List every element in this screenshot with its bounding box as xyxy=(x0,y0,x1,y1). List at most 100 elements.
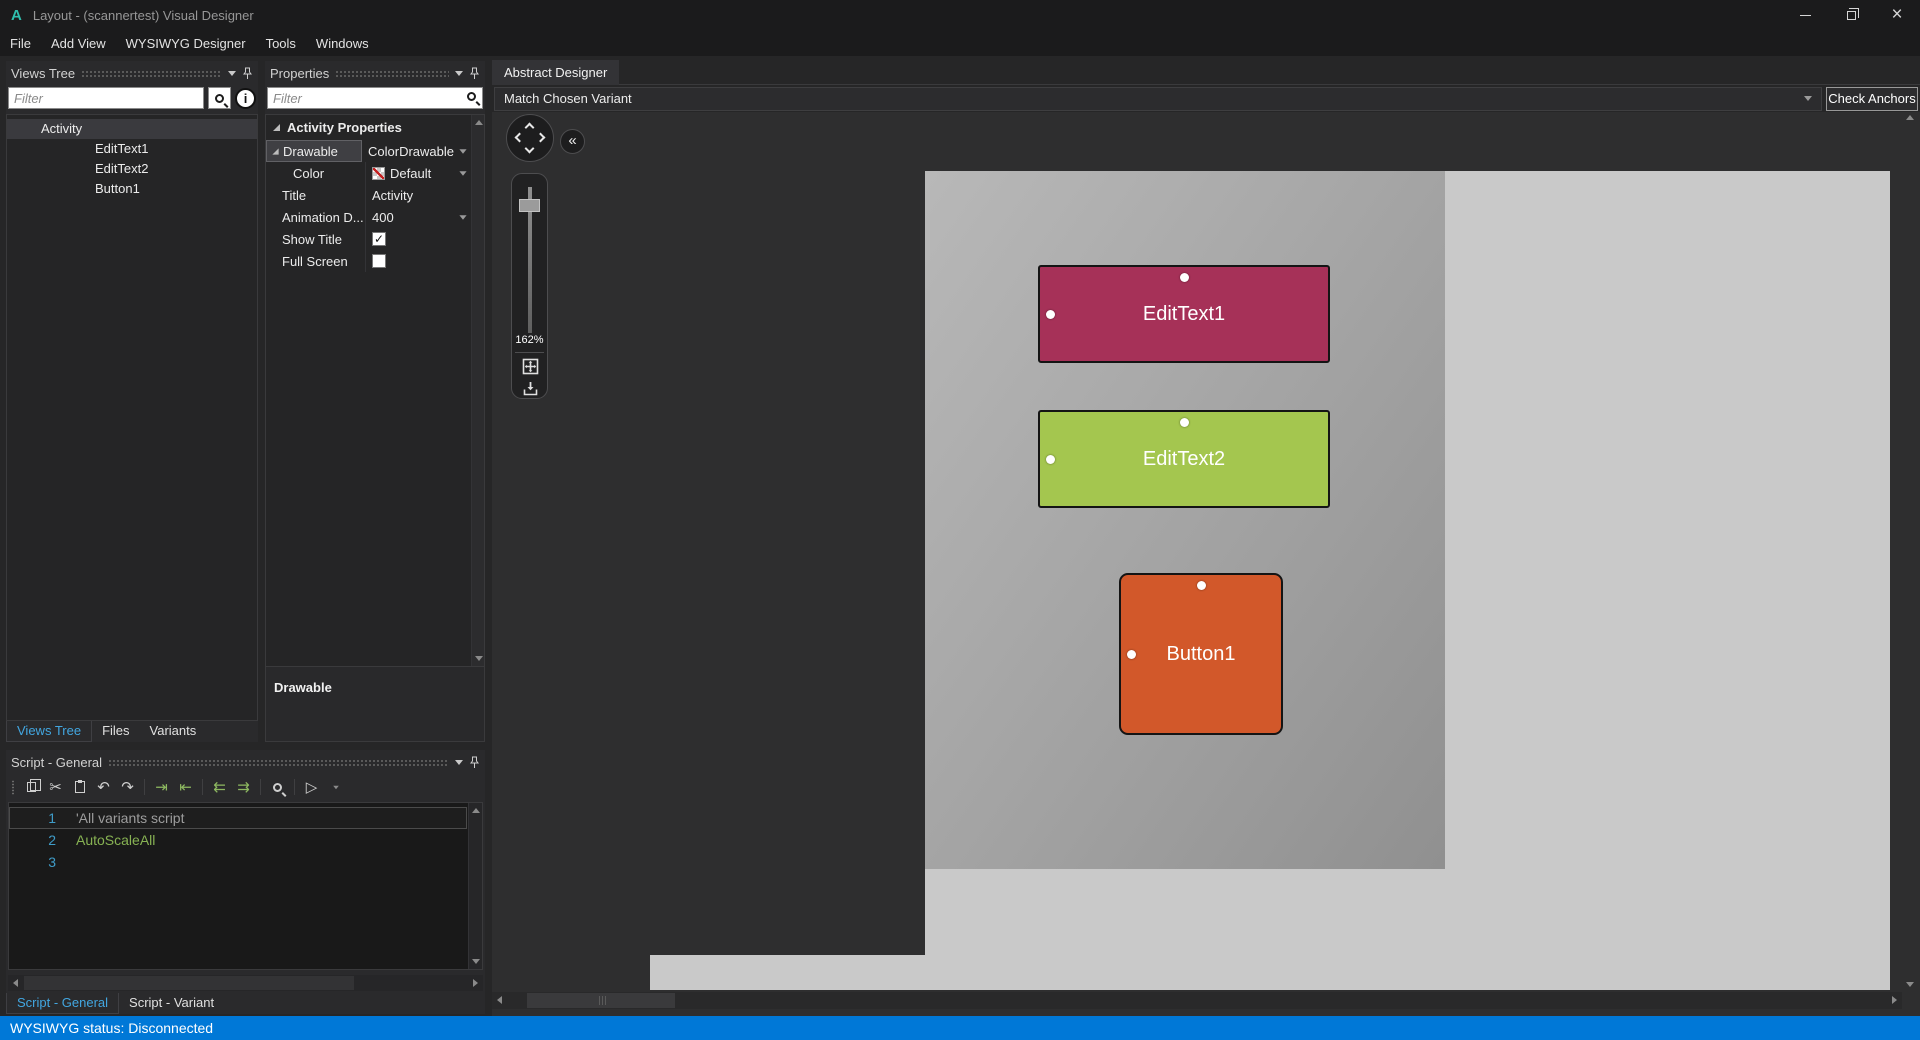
pan-right-icon[interactable] xyxy=(535,132,546,143)
scroll-right-icon[interactable] xyxy=(473,979,478,987)
indent-button[interactable]: ⇥ xyxy=(151,777,172,798)
canvas-vertical-scrollbar[interactable] xyxy=(1903,112,1918,990)
toolbar-overflow-button[interactable] xyxy=(325,777,346,798)
code-line[interactable]: 2 AutoScaleAll xyxy=(9,829,467,851)
canvas-horizontal-scrollbar[interactable] xyxy=(492,992,1902,1009)
collapse-tools-button[interactable]: « xyxy=(560,129,585,154)
tab-script-variant[interactable]: Script - Variant xyxy=(119,993,224,1014)
scrollbar-thumb[interactable] xyxy=(24,976,354,990)
property-label-show-title[interactable]: Show Title xyxy=(266,228,366,250)
variant-combo[interactable]: Match Chosen Variant xyxy=(494,86,1822,111)
close-button[interactable]: × xyxy=(1874,0,1920,30)
property-value-animation-duration[interactable]: 400 xyxy=(366,206,471,228)
zoom-slider-handle[interactable] xyxy=(519,199,540,212)
property-value-drawable[interactable]: ColorDrawable xyxy=(362,140,471,162)
check-anchors-button[interactable]: Check Anchors xyxy=(1826,86,1918,111)
views-filter-input[interactable] xyxy=(8,87,204,109)
panel-menu-icon[interactable] xyxy=(455,70,463,76)
pan-down-icon[interactable] xyxy=(524,143,535,154)
scroll-up-icon[interactable] xyxy=(1906,115,1914,120)
tab-abstract-designer[interactable]: Abstract Designer xyxy=(492,60,620,85)
tab-variants[interactable]: Variants xyxy=(140,721,207,742)
redo-button[interactable]: ↷ xyxy=(117,777,138,798)
expand-triangle-icon[interactable] xyxy=(272,147,279,155)
restore-button[interactable] xyxy=(1828,0,1874,30)
panel-menu-icon[interactable] xyxy=(228,70,236,76)
scroll-left-icon[interactable] xyxy=(13,979,18,987)
pan-navigation-pad[interactable] xyxy=(506,114,554,162)
scroll-down-icon[interactable] xyxy=(1906,982,1914,987)
cut-button[interactable]: ✂ xyxy=(45,777,66,798)
views-search-button[interactable] xyxy=(208,87,231,109)
show-title-checkbox[interactable]: ✓ xyxy=(372,232,386,246)
code-line[interactable]: 1 'All variants script xyxy=(9,807,467,829)
designer-canvas[interactable]: EditText1 EditText2 Button1 « 162% xyxy=(492,112,1920,1016)
pin-icon[interactable] xyxy=(242,67,253,80)
dropdown-arrow-icon[interactable] xyxy=(459,148,467,154)
shift-left-button[interactable]: ⇇ xyxy=(209,777,230,798)
menu-add-view[interactable]: Add View xyxy=(41,30,116,56)
property-value-title[interactable]: Activity xyxy=(366,184,471,206)
code-line[interactable]: 3 xyxy=(9,851,467,873)
tree-item-button1[interactable]: Button1 xyxy=(7,179,257,199)
scroll-down-icon[interactable] xyxy=(475,656,483,661)
property-grid-scrollbar[interactable] xyxy=(471,115,484,666)
anchor-handle-top[interactable] xyxy=(1197,581,1206,590)
property-label-drawable[interactable]: Drawable xyxy=(266,140,363,162)
menu-tools[interactable]: Tools xyxy=(256,30,306,56)
dropdown-arrow-icon[interactable] xyxy=(459,214,467,220)
info-button[interactable]: i xyxy=(235,87,256,109)
find-button[interactable] xyxy=(267,777,288,798)
undo-button[interactable]: ↶ xyxy=(93,777,114,798)
shift-right-button[interactable]: ⇉ xyxy=(233,777,254,798)
tree-item-activity[interactable]: Activity xyxy=(7,119,257,139)
panel-menu-icon[interactable] xyxy=(455,759,463,765)
widget-edittext2[interactable]: EditText2 xyxy=(1038,410,1330,508)
scroll-right-icon[interactable] xyxy=(1892,996,1897,1004)
run-script-button[interactable]: ▷ xyxy=(301,777,322,798)
paste-button[interactable] xyxy=(69,777,90,798)
property-label-full-screen[interactable]: Full Screen xyxy=(266,250,366,272)
scroll-up-icon[interactable] xyxy=(472,808,480,813)
scrollbar-thumb[interactable] xyxy=(527,993,675,1008)
editor-scrollbar[interactable] xyxy=(468,803,482,969)
pin-icon[interactable] xyxy=(469,67,480,80)
widget-button1[interactable]: Button1 xyxy=(1119,573,1283,735)
properties-filter-input[interactable] xyxy=(267,87,483,109)
full-screen-checkbox[interactable] xyxy=(372,254,386,268)
anchor-handle-left[interactable] xyxy=(1046,455,1055,464)
menu-file[interactable]: File xyxy=(0,30,41,56)
pan-up-icon[interactable] xyxy=(524,122,535,133)
tab-script-general[interactable]: Script - General xyxy=(6,993,120,1014)
load-variant-button[interactable] xyxy=(519,378,542,399)
script-editor[interactable]: 1 'All variants script 2 AutoScaleAll 3 xyxy=(8,802,483,970)
property-label-title[interactable]: Title xyxy=(266,184,366,206)
property-label-color[interactable]: Color xyxy=(266,162,366,184)
fit-to-screen-button[interactable] xyxy=(519,356,542,377)
category-activity-properties[interactable]: Activity Properties xyxy=(266,115,484,140)
editor-horizontal-scrollbar[interactable] xyxy=(8,975,483,991)
anchor-handle-top[interactable] xyxy=(1180,418,1189,427)
scroll-up-icon[interactable] xyxy=(475,120,483,125)
chevron-down-icon[interactable] xyxy=(1804,96,1812,101)
outdent-button[interactable]: ⇤ xyxy=(175,777,196,798)
property-label-animation-duration[interactable]: Animation D... xyxy=(266,206,366,228)
anchor-handle-left[interactable] xyxy=(1127,650,1136,659)
tree-item-edittext2[interactable]: EditText2 xyxy=(7,159,257,179)
pan-left-icon[interactable] xyxy=(514,132,525,143)
menu-windows[interactable]: Windows xyxy=(306,30,379,56)
canvas-outside-area[interactable] xyxy=(650,955,926,990)
widget-edittext1[interactable]: EditText1 xyxy=(1038,265,1330,363)
device-screen[interactable]: EditText1 EditText2 Button1 xyxy=(925,171,1445,869)
scroll-left-icon[interactable] xyxy=(497,996,502,1004)
copy-button[interactable] xyxy=(21,777,42,798)
pin-icon[interactable] xyxy=(469,756,480,769)
dropdown-arrow-icon[interactable] xyxy=(459,170,467,176)
anchor-handle-top[interactable] xyxy=(1180,273,1189,282)
anchor-handle-left[interactable] xyxy=(1046,310,1055,319)
tab-files[interactable]: Files xyxy=(92,721,139,742)
menu-wysiwyg-designer[interactable]: WYSIWYG Designer xyxy=(116,30,256,56)
property-value-color[interactable]: Default xyxy=(366,162,471,184)
tree-item-edittext1[interactable]: EditText1 xyxy=(7,139,257,159)
minimize-button[interactable] xyxy=(1782,0,1828,30)
